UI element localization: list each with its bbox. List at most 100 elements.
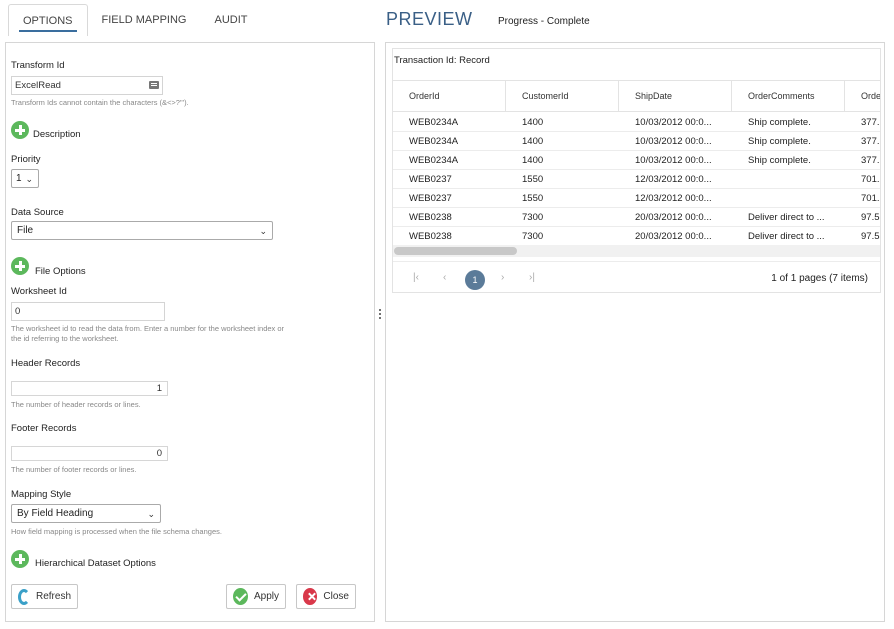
data-source-select[interactable]: File ⌄ xyxy=(11,221,273,240)
footer-records-label: Footer Records xyxy=(11,423,77,434)
table-cell: Ship complete. xyxy=(748,155,811,166)
table-cell: 377.9 xyxy=(861,117,880,128)
tab-field-mapping[interactable]: FIELD MAPPING xyxy=(88,4,201,36)
add-hierarchical-options-icon[interactable] xyxy=(11,550,29,568)
table-cell xyxy=(732,170,845,189)
horizontal-scrollbar[interactable] xyxy=(393,245,880,257)
table-cell: Deliver direct to ... xyxy=(748,231,825,242)
table-cell: WEB0237 xyxy=(409,193,452,204)
refresh-icon xyxy=(18,588,30,605)
table-cell: 10/03/2012 00:0... xyxy=(635,117,712,128)
chevron-down-icon: ⌄ xyxy=(147,509,155,519)
table-cell: 97.53 xyxy=(861,231,880,242)
preview-title: PREVIEW xyxy=(386,9,473,29)
transaction-id-label: Transaction Id: Record xyxy=(394,55,490,66)
table-row[interactable]: WEB0234A 1400 10/03/2012 00:0... Ship compl… xyxy=(393,113,880,132)
pager: |‹ ‹ 1 › ›| 1 of 1 pages (7 items) xyxy=(393,261,880,292)
transform-id-input[interactable]: ExcelRead xyxy=(11,76,163,95)
table-row[interactable]: WEB0234A 1400 10/03/2012 00:0... Ship compl… xyxy=(393,132,880,151)
table-row[interactable]: WEB0238 7300 20/03/2012 00:0... Deliver dir… xyxy=(393,227,880,246)
hierarchical-options-label[interactable]: Hierarchical Dataset Options xyxy=(35,558,156,569)
table-cell: 1550 xyxy=(522,193,544,204)
footer-records-input[interactable]: 0 xyxy=(11,446,168,461)
chevron-down-icon: ⌄ xyxy=(259,226,267,236)
table-cell: WEB0234A xyxy=(409,117,459,128)
apply-button[interactable]: Apply xyxy=(226,584,286,609)
table-cell: WEB0237 xyxy=(409,174,452,185)
close-icon xyxy=(303,588,318,605)
table-cell: 377.9 xyxy=(861,155,880,166)
table-cell: WEB0238 xyxy=(409,212,452,223)
last-page-icon[interactable]: ›| xyxy=(529,272,535,283)
mapping-style-label: Mapping Style xyxy=(11,489,72,500)
tab-options[interactable]: OPTIONS xyxy=(8,4,88,36)
table-cell: 701.2 xyxy=(861,193,880,204)
progress-status: Progress - Complete xyxy=(498,16,590,27)
chevron-down-icon: ⌄ xyxy=(25,174,33,184)
options-panel: Transform Id ExcelRead Transform Ids can… xyxy=(5,42,375,622)
data-source-label: Data Source xyxy=(11,207,64,218)
header-records-hint: The number of header records or lines. xyxy=(11,400,141,409)
prev-page-icon[interactable]: ‹ xyxy=(443,272,446,283)
table-cell: 20/03/2012 00:0... xyxy=(635,212,712,223)
next-page-icon[interactable]: › xyxy=(501,272,504,283)
table-cell: WEB0238 xyxy=(409,231,452,242)
tab-bar: OPTIONS FIELD MAPPING AUDIT xyxy=(8,4,261,36)
transform-id-hint: Transform Ids cannot contain the charact… xyxy=(11,98,189,107)
table-cell: Deliver direct to ... xyxy=(748,212,825,223)
preview-panel: Transaction Id: Record OrderId CustomerI… xyxy=(385,42,885,622)
table-cell: 1400 xyxy=(522,136,544,147)
header-records-input[interactable]: 1 xyxy=(11,381,168,396)
table-cell: 1400 xyxy=(522,155,544,166)
tab-audit[interactable]: AUDIT xyxy=(200,4,261,36)
add-file-options-icon[interactable] xyxy=(11,257,29,275)
table-cell: 377.9 xyxy=(861,136,880,147)
table-cell: 12/03/2012 00:0... xyxy=(635,174,712,185)
transform-id-label: Transform Id xyxy=(11,60,65,71)
mapping-style-hint: How field mapping is processed when the … xyxy=(11,527,222,536)
description-label[interactable]: Description xyxy=(33,129,81,140)
table-cell: 701.2 xyxy=(861,174,880,185)
table-cell xyxy=(732,189,845,208)
keyboard-icon[interactable] xyxy=(149,81,159,89)
worksheet-id-label: Worksheet Id xyxy=(11,286,67,297)
check-icon xyxy=(233,588,248,605)
table-row[interactable]: WEB0237 1550 12/03/2012 00:0... 701.2 xyxy=(393,189,880,208)
column-header-customerid[interactable]: CustomerId xyxy=(506,81,619,112)
worksheet-id-hint: The worksheet id to read the data from. … xyxy=(11,324,285,343)
column-header-ordercomments[interactable]: OrderComments xyxy=(732,81,845,112)
column-header-orderid[interactable]: OrderId xyxy=(393,81,506,112)
table-cell: 20/03/2012 00:0... xyxy=(635,231,712,242)
table-cell: 7300 xyxy=(522,212,544,223)
panel-splitter[interactable] xyxy=(379,309,382,321)
refresh-button[interactable]: Refresh xyxy=(11,584,78,609)
table-row[interactable]: WEB0238 7300 20/03/2012 00:0... Deliver dir… xyxy=(393,208,880,227)
table-cell: 10/03/2012 00:0... xyxy=(635,155,712,166)
preview-grid: Transaction Id: Record OrderId CustomerI… xyxy=(392,48,881,293)
close-button[interactable]: Close xyxy=(296,584,356,609)
table-cell: WEB0234A xyxy=(409,155,459,166)
table-cell: WEB0234A xyxy=(409,136,459,147)
priority-select[interactable]: 1 ⌄ xyxy=(11,169,39,188)
table-cell: 1550 xyxy=(522,174,544,185)
scrollbar-thumb[interactable] xyxy=(394,247,517,255)
table-cell: Ship complete. xyxy=(748,117,811,128)
mapping-style-select[interactable]: By Field Heading ⌄ xyxy=(11,504,161,523)
table-cell: 7300 xyxy=(522,231,544,242)
table-cell: Ship complete. xyxy=(748,136,811,147)
table-row[interactable]: WEB0234A 1400 10/03/2012 00:0... Ship compl… xyxy=(393,151,880,170)
column-header-shipdate[interactable]: ShipDate xyxy=(619,81,732,112)
first-page-icon[interactable]: |‹ xyxy=(413,272,419,283)
table-cell: 1400 xyxy=(522,117,544,128)
table-cell: 97.53 xyxy=(861,212,880,223)
priority-label: Priority xyxy=(11,154,41,165)
table-cell: 12/03/2012 00:0... xyxy=(635,193,712,204)
table-row[interactable]: WEB0237 1550 12/03/2012 00:0... 701.2 xyxy=(393,170,880,189)
add-description-icon[interactable] xyxy=(11,121,29,139)
column-header-order[interactable]: Order xyxy=(845,81,880,112)
table-cell: 10/03/2012 00:0... xyxy=(635,136,712,147)
pager-info: 1 of 1 pages (7 items) xyxy=(771,273,868,284)
worksheet-id-input[interactable]: 0 xyxy=(11,302,165,321)
file-options-label[interactable]: File Options xyxy=(35,266,86,277)
page-button-current[interactable]: 1 xyxy=(465,270,485,290)
